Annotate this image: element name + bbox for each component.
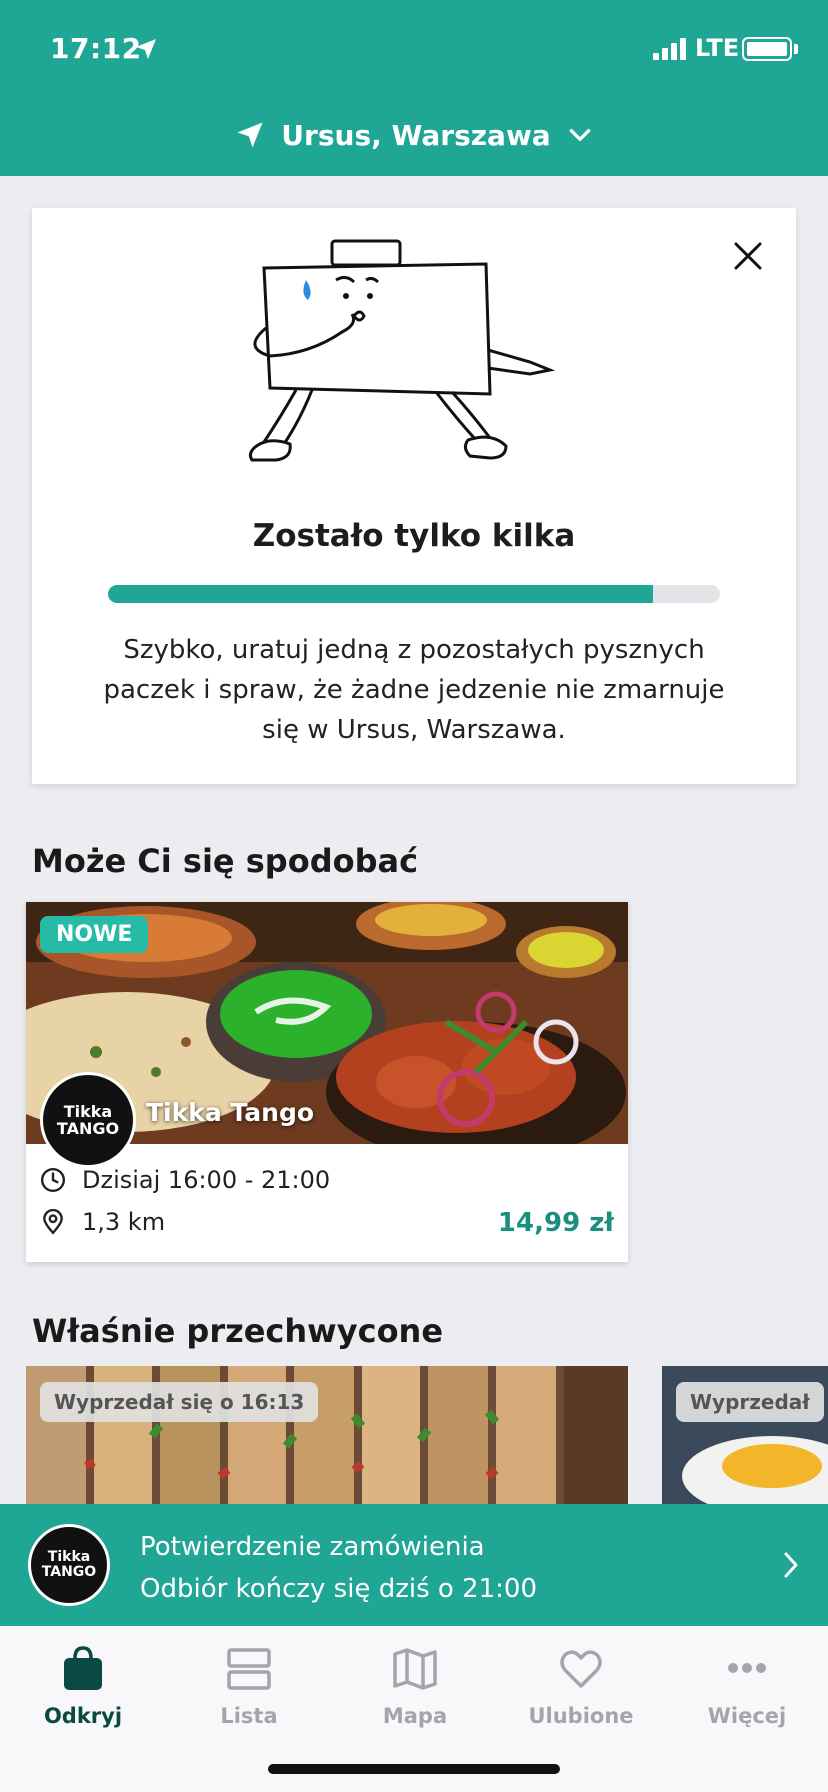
tab-label: Więcej bbox=[707, 1704, 787, 1728]
heart-icon bbox=[560, 1650, 602, 1688]
distance-row: 1,3 km bbox=[40, 1208, 165, 1236]
order-confirmation-banner[interactable]: Tikka TANGO Potwierdzenie zamówienia Odbi… bbox=[0, 1504, 828, 1626]
tab-label: Lista bbox=[220, 1704, 278, 1728]
chevron-right-icon bbox=[784, 1552, 798, 1578]
battery-icon bbox=[742, 37, 792, 61]
store-logo: Tikka TANGO bbox=[28, 1524, 110, 1606]
store-name: Tikka Tango bbox=[146, 1098, 315, 1127]
store-logo-text: Tikka TANGO bbox=[41, 1549, 97, 1580]
bag-icon bbox=[64, 1646, 102, 1690]
sold-out-card[interactable]: Wyprzedał bbox=[662, 1366, 828, 1504]
store-logo-text: Tikka TANGO bbox=[56, 1102, 120, 1138]
clock-icon bbox=[40, 1167, 66, 1193]
section-title-just-caught: Właśnie przechwycone bbox=[32, 1312, 444, 1350]
tab-more[interactable]: Więcej bbox=[664, 1644, 828, 1754]
location-arrow-icon bbox=[136, 39, 156, 59]
close-icon[interactable] bbox=[728, 236, 768, 276]
progress-fill bbox=[108, 585, 653, 603]
tab-favorites[interactable]: Ulubione bbox=[498, 1644, 664, 1754]
stock-progress-bar bbox=[108, 585, 720, 603]
tab-label: Mapa bbox=[382, 1704, 448, 1728]
pickup-time-row: Dzisiaj 16:00 - 21:00 bbox=[40, 1166, 330, 1194]
map-icon bbox=[393, 1648, 437, 1690]
location-pin-icon bbox=[43, 1209, 63, 1235]
more-icon bbox=[728, 1663, 766, 1673]
tab-list[interactable]: Lista bbox=[166, 1644, 332, 1754]
promo-title: Zostało tylko kilka bbox=[252, 518, 576, 554]
home-indicator bbox=[268, 1764, 560, 1774]
list-icon bbox=[227, 1648, 271, 1690]
tab-map[interactable]: Mapa bbox=[332, 1644, 498, 1754]
location-selector[interactable]: Ursus, Warszawa bbox=[0, 110, 828, 160]
network-type: LTE bbox=[695, 34, 740, 62]
tab-label: Odkryj bbox=[43, 1704, 123, 1728]
navigation-arrow-icon bbox=[237, 122, 263, 148]
distance: 1,3 km bbox=[82, 1208, 166, 1236]
pickup-time: Dzisiaj 16:00 - 21:00 bbox=[82, 1166, 331, 1194]
section-title-recommended: Może Ci się spodobać bbox=[32, 842, 419, 880]
chevron-down-icon bbox=[569, 129, 590, 141]
location-label: Ursus, Warszawa bbox=[281, 118, 551, 152]
worried-bag-illustration bbox=[248, 239, 556, 462]
tab-label: Ulubione bbox=[528, 1704, 634, 1728]
new-badge: NOWE bbox=[40, 916, 149, 953]
cellular-signal-icon bbox=[653, 38, 686, 60]
status-time: 17:12 bbox=[50, 32, 142, 65]
order-title: Potwierdzenie zamówienia bbox=[140, 1532, 485, 1562]
sold-out-badge: Wyprzedał bbox=[676, 1382, 824, 1422]
status-bar: 17:12 LTE bbox=[0, 0, 828, 100]
store-logo: Tikka TANGO bbox=[40, 1072, 136, 1168]
promo-description: Szybko, uratuj jedną z pozostałych pyszn… bbox=[103, 635, 725, 745]
sold-out-card[interactable]: Wyprzedał się o 16:13 bbox=[26, 1366, 628, 1504]
order-subtitle: Odbiór kończy się dziś o 21:00 bbox=[140, 1574, 537, 1604]
price: 14,99 zł bbox=[497, 1208, 614, 1238]
sold-out-badge: Wyprzedał się o 16:13 bbox=[40, 1382, 319, 1422]
tab-discover[interactable]: Odkryj bbox=[0, 1644, 166, 1754]
